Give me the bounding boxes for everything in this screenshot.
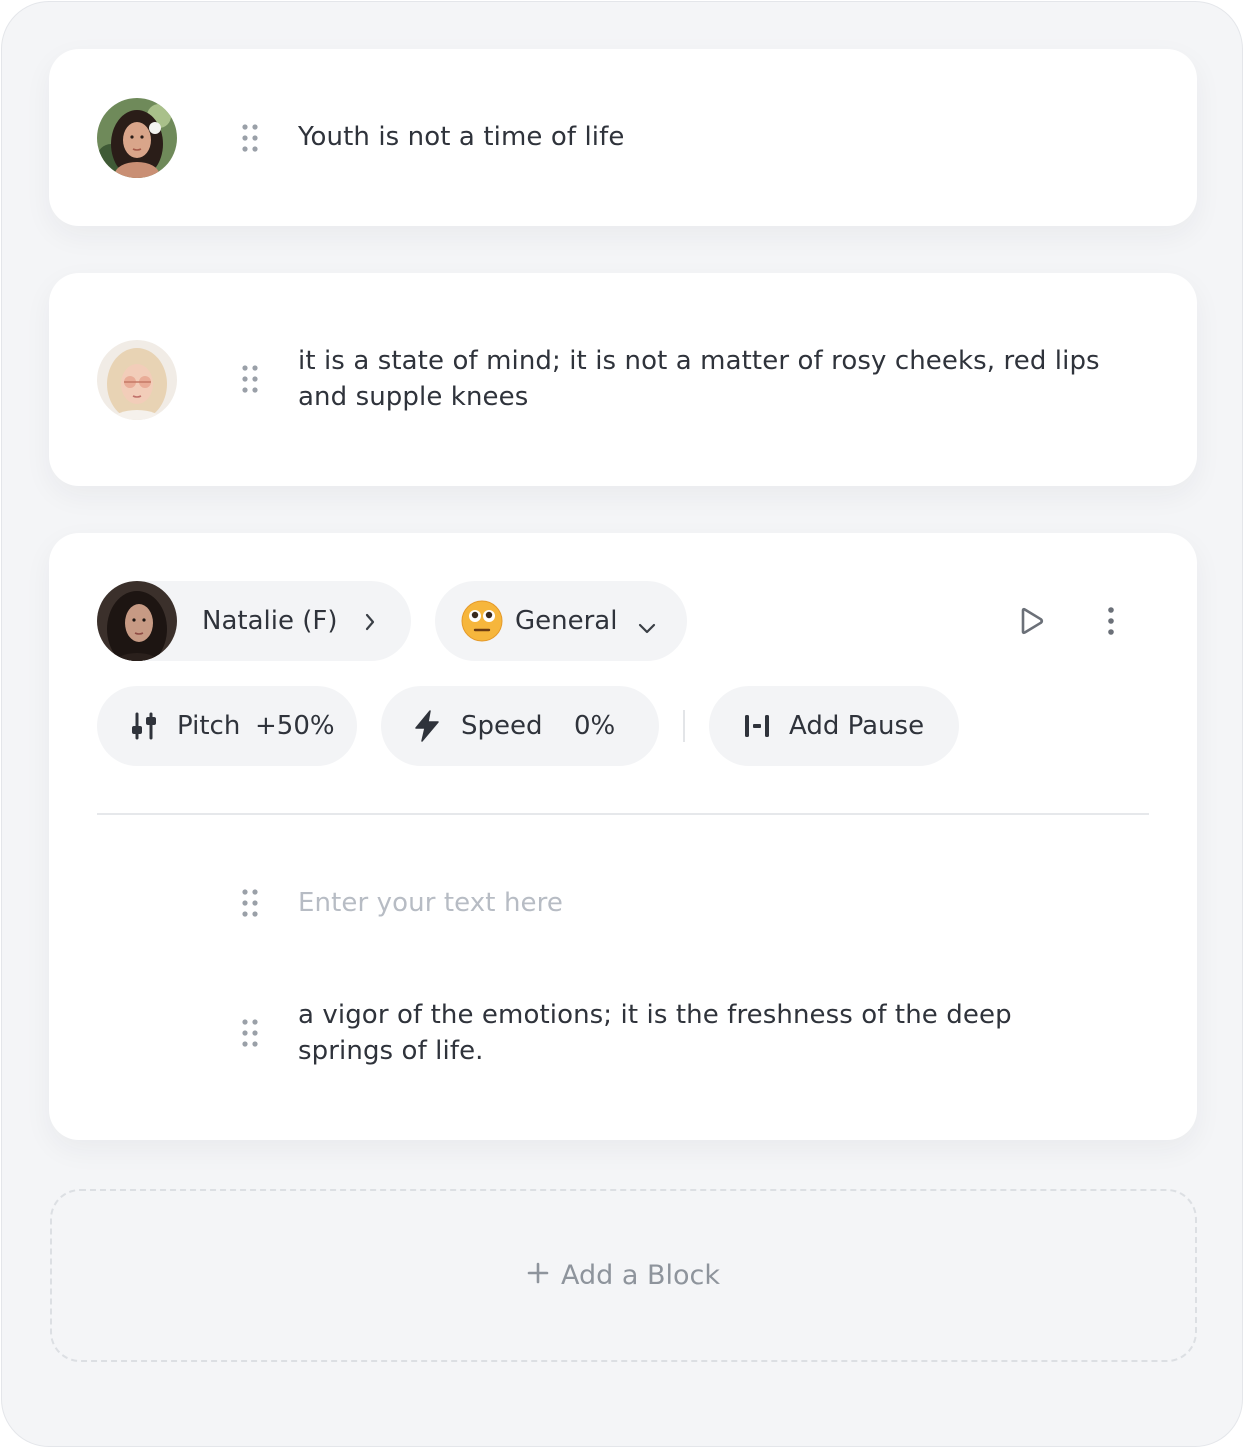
- active-script-block[interactable]: Natalie (F) General Pitch +50% Speed 0% …: [49, 533, 1197, 1140]
- block-text[interactable]: a vigor of the emotions; it is the fresh…: [298, 997, 1012, 1069]
- drag-handle-icon[interactable]: [241, 365, 259, 393]
- speed-value: 0%: [574, 711, 616, 741]
- add-block-label: Add a Block: [560, 1260, 720, 1291]
- speaker-avatar[interactable]: [97, 340, 177, 420]
- block-text-line: and supple knees: [298, 382, 529, 412]
- pause-gap-icon: [743, 713, 771, 746]
- script-block[interactable]: it is a state of mind; it is not a matte…: [49, 273, 1197, 486]
- voice-selector[interactable]: Natalie (F): [97, 581, 411, 661]
- more-vertical-icon[interactable]: [1097, 601, 1125, 641]
- block-text-line: springs of life.: [298, 1036, 484, 1066]
- add-block-button[interactable]: Add a Block: [50, 1189, 1197, 1362]
- lightning-icon: [411, 709, 443, 750]
- neutral-face-emoji-icon: [461, 600, 503, 649]
- block-text[interactable]: Youth is not a time of life: [298, 119, 624, 155]
- section-divider: [97, 813, 1149, 815]
- pitch-control[interactable]: Pitch +50%: [97, 686, 357, 766]
- drag-handle-icon[interactable]: [241, 889, 259, 917]
- style-label: General: [515, 606, 618, 636]
- drag-handle-icon[interactable]: [241, 1019, 259, 1047]
- speed-label: Speed: [461, 711, 543, 741]
- editor-panel: Youth is not a time of life it is a stat…: [1, 1, 1243, 1447]
- add-pause-button[interactable]: Add Pause: [709, 686, 959, 766]
- script-block[interactable]: Youth is not a time of life: [49, 49, 1197, 226]
- text-input[interactable]: Enter your text here: [298, 885, 563, 921]
- pitch-value: +50%: [255, 711, 335, 741]
- speaker-avatar[interactable]: [97, 98, 177, 178]
- voice-name: Natalie (F): [202, 606, 338, 636]
- style-selector[interactable]: General: [435, 581, 687, 661]
- play-icon[interactable]: [1007, 601, 1055, 641]
- speed-control[interactable]: Speed 0%: [381, 686, 659, 766]
- block-text[interactable]: it is a state of mind; it is not a matte…: [298, 343, 1100, 415]
- chevron-down-icon: [637, 613, 657, 643]
- sliders-icon: [129, 711, 159, 748]
- toolbar-divider: [683, 710, 685, 742]
- voice-avatar: [97, 581, 177, 661]
- drag-handle-icon[interactable]: [241, 124, 259, 152]
- plus-icon: [527, 1260, 549, 1291]
- chevron-right-icon: [363, 610, 377, 640]
- block-text-line: it is a state of mind; it is not a matte…: [298, 346, 1100, 376]
- pitch-label: Pitch: [177, 711, 241, 741]
- add-pause-label: Add Pause: [789, 711, 925, 741]
- block-text-line: a vigor of the emotions; it is the fresh…: [298, 1000, 1012, 1030]
